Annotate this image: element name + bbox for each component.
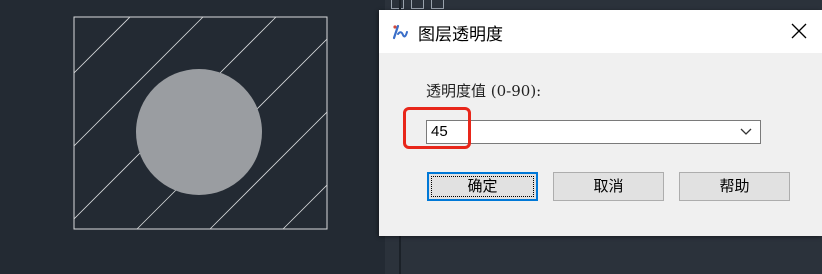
close-button[interactable]: [776, 10, 822, 53]
dialog-titlebar[interactable]: 图层透明度: [379, 10, 822, 53]
ok-button[interactable]: 确定: [427, 172, 538, 201]
help-button-label: 帮助: [719, 177, 750, 195]
panel-icon[interactable]: [391, 0, 404, 9]
highlight-annotation: [403, 107, 471, 149]
cad-app-icon: [390, 22, 410, 42]
help-button[interactable]: 帮助: [679, 172, 790, 201]
panel-icon[interactable]: [431, 0, 444, 9]
transparency-combobox[interactable]: 45: [426, 120, 761, 144]
drawing-view: [73, 16, 328, 230]
focus-rectangle: [431, 176, 534, 197]
dialog-title: 图层透明度: [418, 25, 503, 45]
cancel-button[interactable]: 取消: [553, 172, 664, 201]
layer-transparency-dialog: 图层透明度 透明度值 (0-90): 45 确定 取消 帮助: [379, 10, 822, 236]
transparency-label: 透明度值 (0-90):: [426, 82, 542, 100]
drawing-canvas[interactable]: [0, 0, 385, 274]
panel-icon[interactable]: [411, 0, 424, 9]
close-icon: [791, 23, 807, 39]
cancel-button-label: 取消: [593, 177, 624, 195]
transparent-circle[interactable]: [136, 69, 262, 195]
chevron-down-icon[interactable]: [740, 128, 752, 136]
